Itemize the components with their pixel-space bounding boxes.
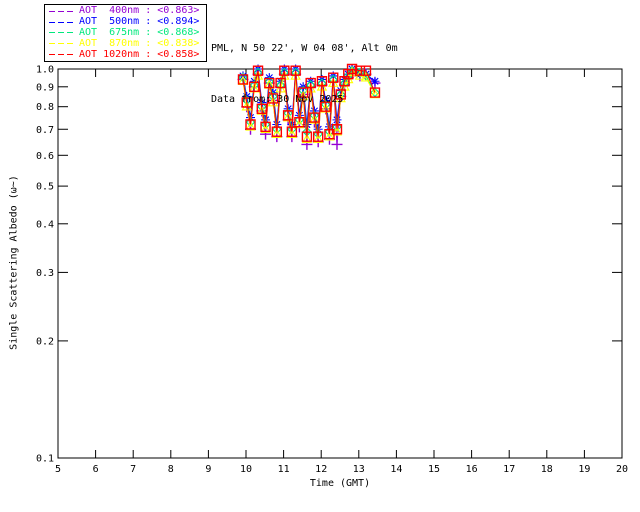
legend-item-3: AOT 870nm : <0.838>: [47, 39, 204, 49]
legend-item-label: AOT 400nm : <0.863>: [79, 6, 199, 16]
legend-box: AOT 400nm : <0.863>AOT 500nm : <0.894>AO…: [44, 4, 207, 62]
site-info-line: PML, N 50 22', W 04 08', Alt 0m: [211, 40, 398, 57]
x-tick-label: 9: [205, 464, 211, 475]
x-tick-label: 6: [93, 464, 99, 475]
y-axis-title: Single Scattering Albedo (ω~): [9, 163, 20, 363]
x-tick-label: 5: [55, 464, 61, 475]
legend-item-label: AOT 1020nm : <0.858>: [79, 50, 199, 60]
x-tick-label: 15: [428, 464, 440, 475]
x-tick-label: 16: [466, 464, 478, 475]
x-tick-label: 12: [315, 464, 327, 475]
legend-line-sample: [49, 32, 75, 33]
x-tick-label: 18: [541, 464, 553, 475]
y-tick-label: 0.1: [36, 454, 54, 465]
y-tick-label: 0.3: [36, 268, 54, 279]
legend-line-sample: [49, 43, 75, 44]
y-tick-label: 0.7: [36, 125, 54, 136]
y-tick-label: 1.0: [36, 65, 54, 76]
legend-item-0: AOT 400nm : <0.863>: [47, 6, 204, 16]
y-tick-label: 0.6: [36, 151, 54, 162]
x-tick-label: 7: [130, 464, 136, 475]
legend-item-label: AOT 675nm : <0.868>: [79, 28, 199, 38]
legend-item-label: AOT 870nm : <0.838>: [79, 39, 199, 49]
x-axis-title: Time (GMT): [240, 478, 440, 489]
data-date-line: Data from: 30 Nov 2025: [211, 91, 398, 108]
legend-item-1: AOT 500nm : <0.894>: [47, 17, 204, 27]
legend-line-sample: [49, 54, 75, 55]
y-tick-label: 0.4: [36, 219, 54, 230]
legend-item-4: AOT 1020nm : <0.858>: [47, 50, 204, 60]
x-tick-label: 14: [390, 464, 402, 475]
legend-item-2: AOT 675nm : <0.868>: [47, 28, 204, 38]
x-tick-label: 20: [616, 464, 628, 475]
y-tick-label: 0.8: [36, 102, 54, 113]
y-tick-label: 0.9: [36, 82, 54, 93]
legend-line-sample: [49, 11, 75, 12]
header-block: PML, N 50 22', W 04 08', Alt 0m Data fro…: [211, 6, 398, 142]
y-tick-label: 0.5: [36, 182, 54, 193]
ssa-plot-page: 5 6 7 8 9 10 11 12 13 14 15 16 17 18 19 20 1.0 0.9 0.8 0.7 0…: [0, 0, 640, 512]
x-tick-label: 19: [578, 464, 590, 475]
x-tick-label: 17: [503, 464, 515, 475]
x-tick-label: 11: [278, 464, 290, 475]
y-tick-label: 0.2: [36, 336, 54, 347]
x-tick-label: 13: [353, 464, 365, 475]
x-tick-label: 10: [240, 464, 252, 475]
legend-line-sample: [49, 22, 75, 23]
x-tick-label: 8: [168, 464, 174, 475]
legend-item-label: AOT 500nm : <0.894>: [79, 17, 199, 27]
